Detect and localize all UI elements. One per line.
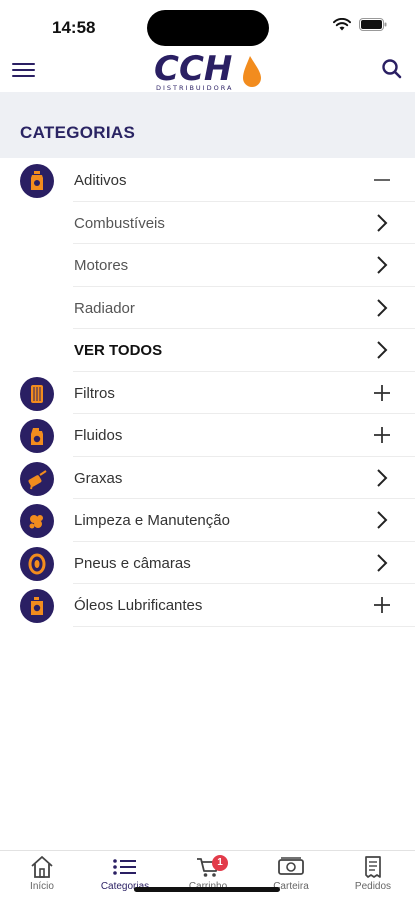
additive-bottle-icon — [20, 164, 54, 198]
tire-icon — [20, 546, 54, 581]
plus-icon[interactable] — [373, 595, 391, 615]
categories-section-header: CATEGORIAS — [0, 92, 415, 158]
category-aditivos[interactable]: Aditivos — [0, 159, 415, 202]
page-title: CATEGORIAS — [20, 123, 136, 142]
category-filtros[interactable]: Filtros — [0, 372, 415, 414]
status-bar: 14:58 — [0, 0, 415, 50]
tab-carteira[interactable]: Carteira — [251, 855, 331, 899]
grease-gun-icon — [20, 461, 54, 496]
wallet-icon — [278, 857, 304, 875]
plus-icon[interactable] — [373, 425, 391, 445]
hamburger-menu-button[interactable] — [12, 60, 36, 80]
cart-count-badge: 1 — [212, 855, 228, 871]
subcategory-radiador[interactable]: Radiador — [0, 287, 415, 329]
filter-icon — [20, 376, 54, 411]
view-all-label: VER TODOS — [74, 342, 163, 359]
category-label: Filtros — [74, 384, 115, 402]
category-fluidos[interactable]: Fluidos — [0, 414, 415, 457]
chevron-right-icon — [377, 511, 388, 529]
dynamic-island — [147, 10, 269, 46]
subcategory-label: Combustíveis — [74, 214, 165, 232]
category-label: Óleos Lubrificantes — [74, 597, 203, 614]
category-label: Graxas — [74, 469, 123, 487]
receipt-icon — [365, 856, 381, 878]
tab-label: Início — [30, 881, 54, 892]
subcategory-label: Radiador — [74, 299, 135, 317]
hamburger-icon — [12, 63, 35, 77]
bottom-tab-bar: Início Categorias 1 Carrinho Carteira — [0, 850, 415, 900]
chevron-right-icon — [377, 553, 388, 572]
chevron-right-icon — [377, 341, 388, 359]
svg-text:DISTRIBUIDORA: DISTRIBUIDORA — [156, 84, 233, 92]
tab-categorias[interactable]: Categorias — [85, 855, 165, 899]
subcategory-label: Motores — [74, 257, 129, 274]
tab-inicio[interactable]: Início — [2, 855, 82, 899]
fluid-can-icon — [20, 419, 54, 453]
chevron-right-icon — [377, 298, 388, 317]
minus-icon[interactable] — [373, 170, 391, 190]
category-oleos-lubrificantes[interactable]: Óleos Lubrificantes — [0, 584, 415, 627]
list-icon — [113, 859, 136, 875]
category-graxas[interactable]: Graxas — [0, 457, 415, 499]
subcategory-combustiveis[interactable]: Combustíveis — [0, 202, 415, 244]
category-list: Aditivos Combustíveis Motores Radiador V… — [0, 159, 415, 627]
category-label: Fluidos — [74, 427, 123, 444]
category-label: Pneus e câmaras — [74, 554, 191, 572]
tab-pedidos[interactable]: Pedidos — [333, 855, 413, 899]
subcategory-motores[interactable]: Motores — [0, 244, 415, 287]
chevron-right-icon — [377, 468, 388, 487]
category-label: Aditivos — [74, 172, 127, 189]
status-time: 14:58 — [52, 18, 96, 37]
battery-icon — [359, 18, 387, 31]
subcategory-ver-todos[interactable]: VER TODOS — [0, 329, 415, 372]
tab-carrinho[interactable]: 1 Carrinho — [168, 855, 248, 899]
cleaning-icon — [20, 504, 54, 538]
search-icon — [382, 59, 402, 79]
plus-icon[interactable] — [373, 383, 391, 403]
chevron-right-icon — [377, 213, 388, 232]
brand-logo: CCH DISTRIBUIDORA — [152, 49, 264, 92]
tab-label: Pedidos — [354, 881, 392, 892]
status-icons — [333, 18, 387, 31]
app-header: CCH DISTRIBUIDORA — [0, 48, 415, 92]
home-icon — [31, 856, 53, 878]
home-indicator — [134, 887, 280, 892]
category-limpeza-e-manutencao[interactable]: Limpeza e Manutenção — [0, 499, 415, 542]
category-label: Limpeza e Manutenção — [74, 512, 230, 529]
category-pneus-e-camaras[interactable]: Pneus e câmaras — [0, 542, 415, 584]
search-button[interactable] — [381, 58, 403, 80]
oil-can-icon — [20, 589, 54, 623]
chevron-right-icon — [377, 256, 388, 274]
wifi-icon — [333, 18, 351, 31]
